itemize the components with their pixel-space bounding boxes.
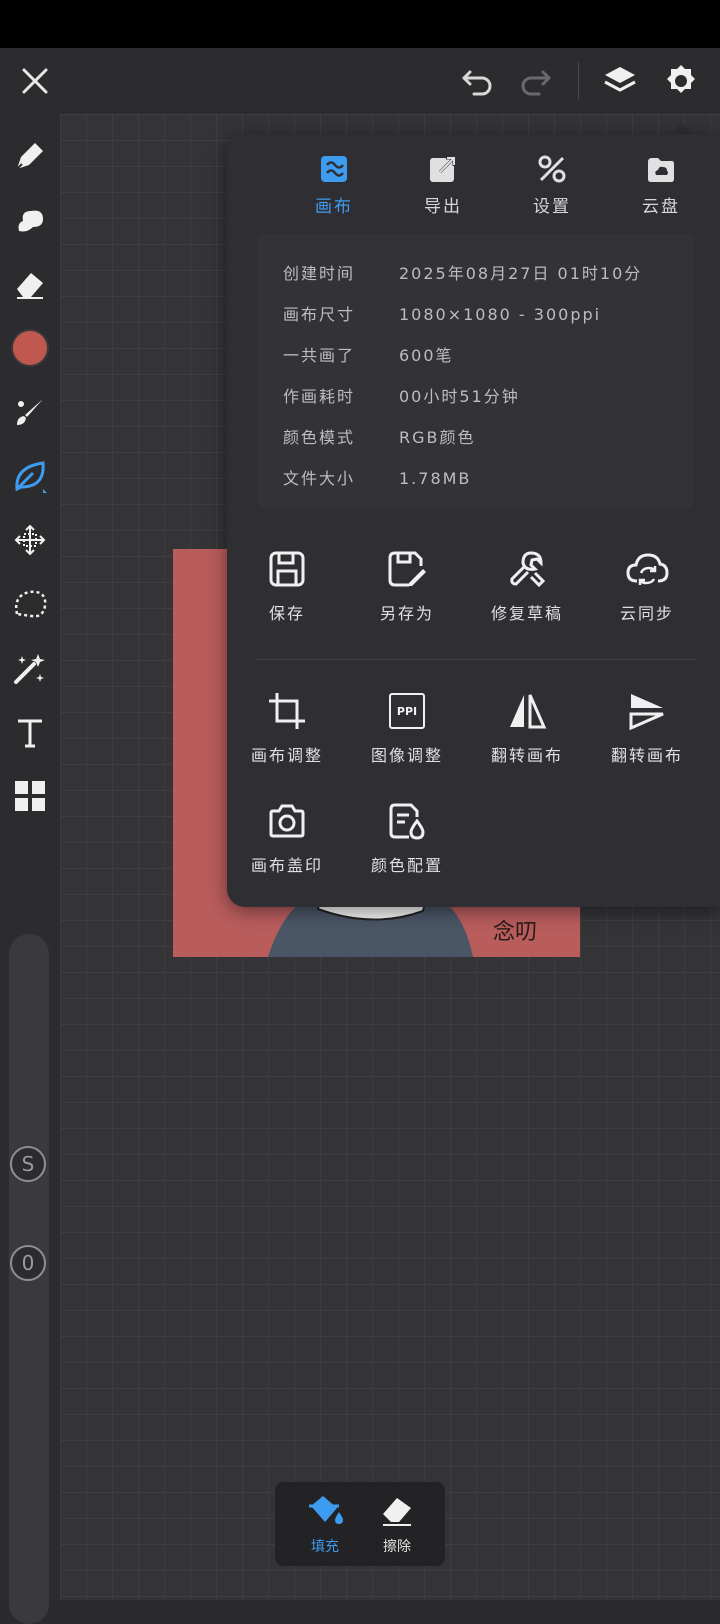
save-button[interactable]: 保存 bbox=[227, 546, 347, 624]
left-toolbar: S 0 bbox=[0, 114, 60, 1624]
toolbar-divider bbox=[578, 62, 579, 100]
magic-wand-icon[interactable] bbox=[8, 646, 52, 690]
save-as-icon bbox=[347, 546, 467, 592]
tab-label: 云盘 bbox=[642, 197, 680, 217]
artwork-text: 念叨 bbox=[493, 920, 538, 945]
tab-label: 画布 bbox=[315, 197, 353, 217]
tab-canvas[interactable]: 画布 bbox=[289, 150, 379, 217]
canvas-stamp-button[interactable]: 画布盖印 bbox=[227, 798, 347, 876]
redo-icon[interactable] bbox=[512, 58, 558, 104]
info-row: 作画耗时 00小时51分钟 bbox=[283, 387, 520, 406]
crop-icon bbox=[227, 688, 347, 734]
save-icon bbox=[227, 546, 347, 592]
leaf-brush-icon[interactable] bbox=[8, 454, 52, 498]
flip-horizontal-icon bbox=[467, 688, 587, 734]
canvas-info-box: 创建时间 2025年08月27日 01时10分 画布尺寸 1080×1080 - 3… bbox=[257, 234, 694, 507]
undo-icon[interactable] bbox=[455, 58, 501, 104]
cloud-sync-icon bbox=[587, 546, 707, 592]
eraser-icon[interactable] bbox=[8, 262, 52, 306]
panel-tabs: 画布 导出 设置 云盘 bbox=[227, 150, 720, 230]
info-row: 颜色模式 RGB颜色 bbox=[283, 428, 476, 447]
close-icon[interactable] bbox=[12, 58, 58, 104]
size-slider-knob[interactable]: S bbox=[10, 1146, 46, 1182]
status-bar bbox=[0, 0, 720, 48]
bottom-action-bar: 填充 擦除 bbox=[275, 1482, 445, 1566]
text-icon[interactable] bbox=[8, 710, 52, 754]
color-config-icon bbox=[347, 798, 467, 844]
panel-pointer bbox=[670, 122, 694, 134]
canvas-adjust-button[interactable]: 画布调整 bbox=[227, 688, 347, 766]
info-row: 一共画了 600笔 bbox=[283, 346, 454, 365]
ppi-icon: PPI bbox=[347, 688, 467, 734]
image-adjust-button[interactable]: PPI 图像调整 bbox=[347, 688, 467, 766]
fill-button[interactable]: 填充 bbox=[295, 1492, 355, 1556]
move-icon[interactable] bbox=[8, 518, 52, 562]
tab-cloud[interactable]: 云盘 bbox=[616, 150, 706, 217]
tab-settings[interactable]: 设置 bbox=[507, 150, 597, 217]
panel-divider bbox=[255, 659, 695, 660]
info-row: 文件大小 1.78MB bbox=[283, 469, 472, 488]
color-config-button[interactable]: 颜色配置 bbox=[347, 798, 467, 876]
flip-vertical-icon bbox=[587, 688, 707, 734]
clear-label: 擦除 bbox=[383, 1539, 411, 1555]
tab-label: 设置 bbox=[533, 197, 571, 217]
opacity-slider-knob[interactable]: 0 bbox=[10, 1245, 46, 1281]
canvas-tab-icon bbox=[289, 150, 379, 188]
save-as-button[interactable]: 另存为 bbox=[347, 546, 467, 624]
smudge-icon[interactable] bbox=[8, 198, 52, 242]
cloud-sync-button[interactable]: 云同步 bbox=[587, 546, 707, 624]
eraser-icon bbox=[367, 1492, 427, 1532]
cloud-drive-icon bbox=[616, 150, 706, 188]
tab-label: 导出 bbox=[424, 197, 462, 217]
flip-vertical-button[interactable]: 翻转画布 bbox=[587, 688, 707, 766]
flip-horizontal-button[interactable]: 翻转画布 bbox=[467, 688, 587, 766]
lasso-icon[interactable] bbox=[8, 582, 52, 626]
info-row: 画布尺寸 1080×1080 - 300ppi bbox=[283, 305, 602, 324]
grid-icon[interactable] bbox=[8, 774, 52, 818]
pen-icon[interactable] bbox=[8, 134, 52, 178]
color-swatch[interactable] bbox=[8, 326, 52, 370]
tools-icon bbox=[507, 150, 597, 188]
settings-icon[interactable] bbox=[658, 58, 704, 104]
top-toolbar bbox=[0, 48, 720, 114]
repair-draft-button[interactable]: 修复草稿 bbox=[467, 546, 587, 624]
canvas-menu-panel: 画布 导出 设置 云盘 创建时间 2025年08月27日 01时10分 画布尺寸 1… bbox=[227, 134, 720, 907]
info-row: 创建时间 2025年08月27日 01时10分 bbox=[283, 264, 643, 283]
fill-bucket-icon bbox=[295, 1492, 355, 1532]
export-icon bbox=[398, 150, 488, 188]
clear-button[interactable]: 擦除 bbox=[367, 1492, 427, 1556]
layers-icon[interactable] bbox=[597, 58, 643, 104]
tab-export[interactable]: 导出 bbox=[398, 150, 488, 217]
camera-icon bbox=[227, 798, 347, 844]
fill-label: 填充 bbox=[311, 1539, 339, 1555]
brush-icon[interactable] bbox=[8, 390, 52, 434]
wrench-icon bbox=[467, 546, 587, 592]
